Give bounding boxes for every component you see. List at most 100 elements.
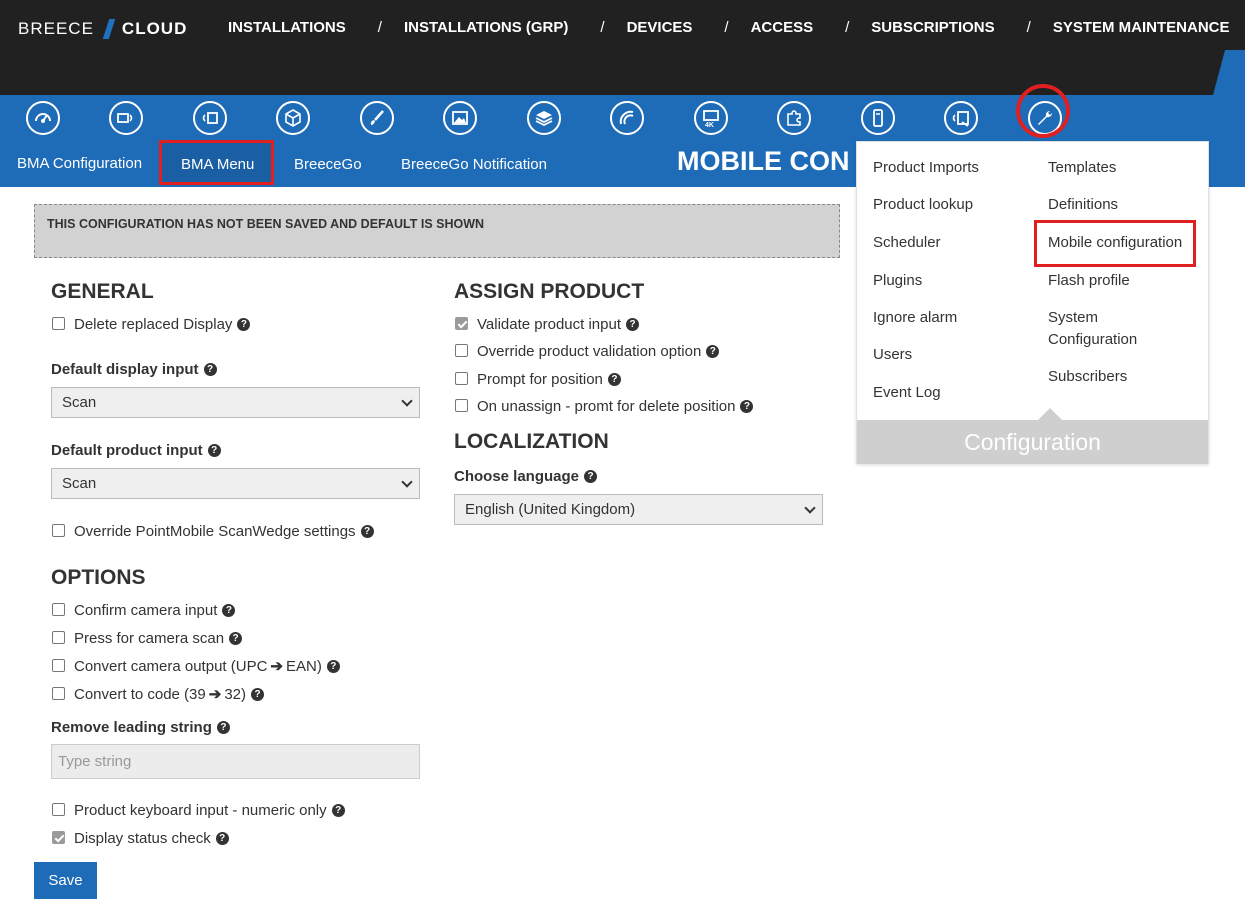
breece-cloud-logo[interactable]: BREECE CLOUD [18, 19, 187, 39]
menu-item-product-imports[interactable]: Product Imports [873, 157, 979, 179]
menu-item-flash-profile[interactable]: Flash profile [1048, 270, 1130, 292]
menu-separator: / [1026, 19, 1031, 36]
confirm-camera-input-checkbox[interactable]: Confirm camera input ? [51, 602, 236, 619]
footer-notch [1038, 408, 1062, 420]
help-icon[interactable]: ? [584, 470, 598, 483]
menu-separator: / [724, 19, 729, 36]
menu-access[interactable]: ACCESS [751, 19, 814, 36]
menu-installations-grp[interactable]: INSTALLATIONS (GRP) [404, 19, 568, 36]
checkbox-box[interactable] [52, 803, 65, 816]
label-text: Remove leading string [51, 719, 212, 736]
checkbox-box[interactable] [52, 631, 65, 644]
menu-item-product-lookup[interactable]: Product lookup [873, 194, 973, 216]
menu-installations[interactable]: INSTALLATIONS [228, 19, 346, 36]
wireless-display-icon[interactable] [109, 101, 143, 135]
checkbox-box[interactable] [52, 317, 65, 330]
menu-item-templates[interactable]: Templates [1048, 157, 1116, 179]
label-text: Choose language [454, 468, 580, 485]
checkbox-box[interactable] [52, 603, 65, 616]
logo-text-right: CLOUD [121, 19, 188, 38]
default-display-input-select[interactable]: Scan [51, 387, 420, 418]
checkbox-box-checked[interactable] [455, 317, 468, 330]
images-icon[interactable] [443, 101, 477, 135]
signal-icon[interactable] [610, 101, 644, 135]
label-text: Default product input [51, 442, 203, 459]
menu-item-users[interactable]: Users [873, 344, 912, 366]
checkbox-box[interactable] [52, 658, 65, 672]
help-icon[interactable]: ? [607, 373, 621, 386]
checkbox-label-part1: Convert camera output (UPC [74, 657, 268, 675]
checkbox-box[interactable] [455, 399, 468, 412]
menu-system-maintenance[interactable]: SYSTEM MAINTENANCE [1053, 19, 1230, 36]
keyboard-numeric-checkbox[interactable]: Product keyboard input - numeric only ? [51, 802, 345, 819]
chevron-down-icon [401, 476, 413, 488]
help-icon[interactable]: ? [216, 721, 230, 734]
dashboard-icon[interactable] [26, 101, 60, 135]
checkbox-box[interactable] [455, 344, 468, 357]
menu-item-scheduler[interactable]: Scheduler [873, 232, 941, 254]
menu-item-ignore-alarm[interactable]: Ignore alarm [873, 307, 957, 329]
subnav-bma-configuration[interactable]: BMA Configuration [17, 155, 142, 172]
validate-product-input-checkbox[interactable]: Validate product input ? [454, 316, 639, 333]
menu-item-event-log[interactable]: Event Log [873, 382, 941, 404]
help-icon[interactable]: ? [222, 604, 236, 617]
help-icon[interactable]: ? [207, 444, 221, 457]
label-text: Default display input [51, 361, 199, 378]
checkbox-label: Override product validation option [477, 343, 702, 360]
brush-icon[interactable] [360, 101, 394, 135]
delete-replaced-display-checkbox[interactable]: Delete replaced Display ? [51, 316, 251, 333]
press-camera-scan-checkbox[interactable]: Press for camera scan ? [51, 630, 243, 647]
puzzle-icon[interactable] [777, 101, 811, 135]
remove-leading-string-input[interactable]: Type string [51, 744, 420, 779]
input-placeholder: Type string [58, 753, 132, 770]
box-icon[interactable] [276, 101, 310, 135]
arrow-right-icon: ➔ [208, 686, 222, 703]
help-icon[interactable]: ? [626, 318, 639, 331]
save-button[interactable]: Save [34, 862, 97, 899]
menu-devices[interactable]: DEVICES [627, 19, 693, 36]
menu-item-mobile-configuration[interactable]: Mobile configuration [1048, 232, 1182, 254]
subnav-breecego-notification[interactable]: BreeceGo Notification [401, 156, 547, 173]
select-value: English (United Kingdom) [465, 501, 636, 518]
help-icon[interactable]: ? [215, 832, 229, 845]
menu-item-subscribers[interactable]: Subscribers [1048, 366, 1127, 388]
help-icon[interactable]: ? [237, 318, 251, 331]
help-icon[interactable]: ? [203, 363, 217, 376]
convert-to-code-checkbox[interactable]: Convert to code (39 ➔ 32) ? [51, 685, 265, 703]
help-icon[interactable]: ? [740, 400, 754, 413]
checkbox-box[interactable] [455, 372, 468, 385]
corner-accent [1213, 50, 1245, 95]
default-product-input-select[interactable]: Scan [51, 468, 420, 499]
checkbox-label-part1: Convert to code (39 [74, 685, 206, 703]
menu-subscriptions[interactable]: SUBSCRIPTIONS [871, 19, 994, 36]
help-icon[interactable]: ? [251, 687, 265, 701]
checkbox-box-checked[interactable] [52, 831, 65, 844]
help-icon[interactable]: ? [229, 632, 243, 645]
unassign-delete-position-checkbox[interactable]: On unassign - promt for delete position … [454, 398, 754, 415]
language-select[interactable]: English (United Kingdom) [454, 494, 823, 525]
prompt-position-checkbox[interactable]: Prompt for position ? [454, 371, 621, 388]
override-scanwedge-checkbox[interactable]: Override PointMobile ScanWedge settings … [51, 523, 374, 540]
4k-monitor-icon[interactable]: 4K [694, 101, 728, 135]
help-icon[interactable]: ? [326, 659, 340, 673]
override-validation-checkbox[interactable]: Override product validation option ? [454, 343, 720, 360]
help-icon[interactable]: ? [331, 804, 345, 817]
convert-camera-output-checkbox[interactable]: Convert camera output (UPC ➔ EAN) ? [51, 657, 340, 675]
checkbox-label: On unassign - promt for delete position [477, 398, 736, 415]
chevron-down-icon [804, 502, 816, 514]
mobile-scanner-icon[interactable] [861, 101, 895, 135]
unsaved-warning-banner: THIS CONFIGURATION HAS NOT BEEN SAVED AN… [34, 204, 840, 258]
help-icon[interactable]: ? [706, 345, 720, 358]
tablet-signal-icon[interactable] [944, 101, 978, 135]
menu-item-plugins[interactable]: Plugins [873, 270, 922, 292]
checkbox-box[interactable] [52, 524, 65, 537]
menu-item-definitions[interactable]: Definitions [1048, 194, 1118, 216]
menu-item-system-configuration[interactable]: System Configuration [1048, 307, 1158, 351]
wall-display-icon[interactable] [193, 101, 227, 135]
help-icon[interactable]: ? [360, 525, 374, 538]
display-status-check-checkbox[interactable]: Display status check ? [51, 830, 229, 847]
subnav-bma-menu[interactable]: BMA Menu [181, 156, 254, 173]
subnav-breecego[interactable]: BreeceGo [294, 156, 362, 173]
checkbox-box[interactable] [52, 686, 65, 700]
layers-icon[interactable] [527, 101, 561, 135]
